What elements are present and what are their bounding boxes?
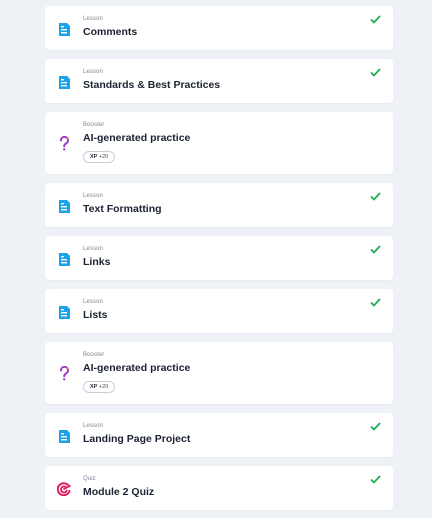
question-mark-icon — [57, 365, 71, 381]
document-icon — [57, 198, 71, 214]
checkmark-icon — [370, 422, 381, 431]
document-icon — [57, 304, 71, 320]
document-icon — [57, 74, 71, 90]
item-type-label: Lesson — [83, 16, 103, 22]
item-type-label: Quiz — [83, 476, 96, 482]
item-type-label: Lesson — [83, 193, 103, 199]
item-title: Lists — [83, 309, 108, 321]
xp-badge: XP +20 — [83, 381, 116, 393]
document-icon — [57, 21, 71, 37]
item-title: Standards & Best Practices — [83, 79, 221, 91]
xp-badge: XP +20 — [83, 151, 116, 163]
document-icon — [57, 428, 71, 444]
checkmark-icon — [370, 245, 381, 254]
item-title: Module 2 Quiz — [83, 486, 155, 498]
lesson-item-lists[interactable]: Lesson Lists — [45, 289, 393, 333]
document-icon — [57, 251, 71, 267]
item-type-label: Lesson — [83, 246, 103, 252]
item-title: Text Formatting — [83, 203, 162, 215]
item-title: AI-generated practice — [83, 362, 191, 374]
lesson-list: Lesson Comments Lesson Standards & Best … — [0, 0, 432, 518]
lesson-item-comments[interactable]: Lesson Comments — [45, 6, 393, 50]
item-type-label: Booster — [83, 352, 105, 358]
target-icon — [57, 481, 71, 497]
question-mark-icon — [57, 135, 71, 151]
booster-item-ai-practice[interactable]: Booster AI-generated practice XP +20 — [45, 112, 393, 174]
checkmark-icon — [370, 475, 381, 484]
checkmark-icon — [370, 15, 381, 24]
item-type-label: Lesson — [83, 423, 103, 429]
checkmark-icon — [370, 298, 381, 307]
checkmark-icon — [370, 192, 381, 201]
item-type-label: Lesson — [83, 69, 103, 75]
item-title: Comments — [83, 26, 138, 38]
lesson-item-landing-page-project[interactable]: Lesson Landing Page Project — [45, 413, 393, 457]
booster-item-ai-practice-2[interactable]: Booster AI-generated practice XP +20 — [45, 342, 393, 404]
item-title: AI-generated practice — [83, 132, 191, 144]
lesson-item-text-formatting[interactable]: Lesson Text Formatting — [45, 183, 393, 227]
lesson-item-links[interactable]: Lesson Links — [45, 236, 393, 280]
quiz-item-module-2[interactable]: Quiz Module 2 Quiz — [45, 466, 393, 510]
item-title: Links — [83, 256, 111, 268]
checkmark-icon — [370, 68, 381, 77]
item-title: Landing Page Project — [83, 433, 191, 445]
item-type-label: Booster — [83, 122, 105, 128]
lesson-item-standards[interactable]: Lesson Standards & Best Practices — [45, 59, 393, 103]
item-type-label: Lesson — [83, 299, 103, 305]
